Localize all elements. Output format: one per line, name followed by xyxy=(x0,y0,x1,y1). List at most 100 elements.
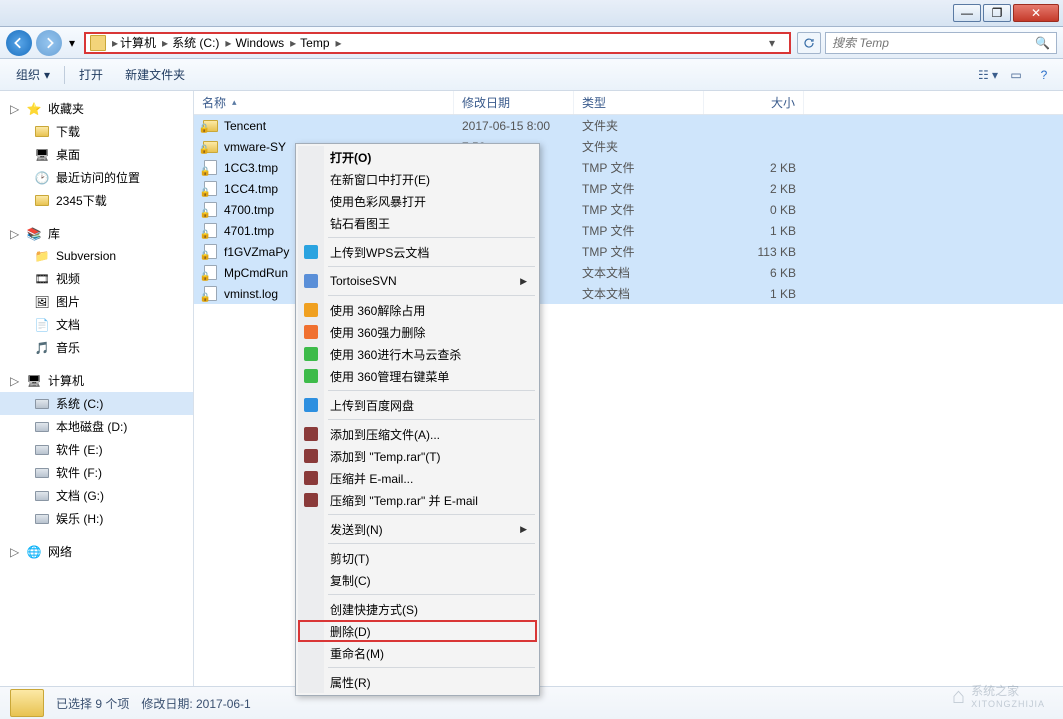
menu-item[interactable]: TortoiseSVN▶ xyxy=(298,270,537,292)
sidebar-item-music[interactable]: 🎵音乐 xyxy=(0,336,193,359)
column-size[interactable]: 大小 xyxy=(704,91,804,114)
forward-button[interactable] xyxy=(36,30,62,56)
sidebar-item-recent[interactable]: 🕑最近访问的位置 xyxy=(0,166,193,189)
menu-separator xyxy=(328,543,535,544)
refresh-button[interactable] xyxy=(797,32,821,54)
menu-item-label: 添加到压缩文件(A)... xyxy=(330,426,440,443)
search-input[interactable] xyxy=(832,36,1035,50)
menu-item[interactable]: 创建快捷方式(S) xyxy=(298,598,537,620)
organize-button[interactable]: 组织 ▾ xyxy=(8,62,58,87)
network-header[interactable]: ▷🌐网络 xyxy=(0,540,193,563)
menu-item[interactable]: 删除(D) xyxy=(298,620,537,642)
menu-item[interactable]: 压缩并 E-mail... xyxy=(298,467,537,489)
address-dropdown[interactable]: ▾ xyxy=(759,36,785,50)
breadcrumb-c-drive[interactable]: 系统 (C:)▸ xyxy=(170,34,233,51)
menu-item[interactable]: 打开(O) xyxy=(298,146,537,168)
sidebar-item-h-drive[interactable]: 娱乐 (H:) xyxy=(0,507,193,530)
menu-item-label: 发送到(N) xyxy=(330,521,383,538)
menu-separator xyxy=(328,266,535,267)
menu-item[interactable]: 添加到 "Temp.rar"(T) xyxy=(298,445,537,467)
back-button[interactable] xyxy=(6,30,32,56)
menu-separator xyxy=(328,237,535,238)
star-icon: ⭐ xyxy=(26,101,42,117)
sidebar-item-f-drive[interactable]: 软件 (F:) xyxy=(0,461,193,484)
menu-item[interactable]: 使用 360解除占用 xyxy=(298,299,537,321)
rar-icon xyxy=(303,492,319,508)
menu-separator xyxy=(328,594,535,595)
menu-item[interactable]: 使用 360进行木马云查杀 xyxy=(298,343,537,365)
menu-item[interactable]: 添加到压缩文件(A)... xyxy=(298,423,537,445)
sidebar-item-c-drive[interactable]: 系统 (C:) xyxy=(0,392,193,415)
menu-item[interactable]: 重命名(M) xyxy=(298,642,537,664)
file-type: TMP 文件 xyxy=(574,180,704,197)
new-folder-button[interactable]: 新建文件夹 xyxy=(117,62,193,87)
history-dropdown[interactable]: ▾ xyxy=(66,35,78,51)
file-icon xyxy=(204,244,217,259)
menu-item[interactable]: 上传到百度网盘 xyxy=(298,394,537,416)
menu-separator xyxy=(328,295,535,296)
menu-item[interactable]: 发送到(N)▶ xyxy=(298,518,537,540)
column-type[interactable]: 类型 xyxy=(574,91,704,114)
close-button[interactable]: ✕ xyxy=(1013,4,1059,22)
menu-item[interactable]: 在新窗口中打开(E) xyxy=(298,168,537,190)
file-type: TMP 文件 xyxy=(574,222,704,239)
search-icon[interactable]: 🔍 xyxy=(1035,36,1050,50)
sidebar-item-d-drive[interactable]: 本地磁盘 (D:) xyxy=(0,415,193,438)
sidebar-item-documents[interactable]: 📄文档 xyxy=(0,313,193,336)
menu-item[interactable]: 属性(R) xyxy=(298,671,537,693)
maximize-button[interactable]: ❐ xyxy=(983,4,1011,22)
separator xyxy=(64,66,65,84)
menu-separator xyxy=(328,419,535,420)
sidebar-item-subversion[interactable]: 📁Subversion xyxy=(0,245,193,267)
wps-icon xyxy=(303,244,319,260)
file-type: 文件夹 xyxy=(574,117,704,134)
sidebar-item-2345[interactable]: 2345下载 xyxy=(0,189,193,212)
navigation-pane: ▷⭐收藏夹 下载 🖥桌面 🕑最近访问的位置 2345下载 ▷📚库 📁Subver… xyxy=(0,91,194,686)
table-row[interactable]: Tencent2017-06-15 8:00文件夹 xyxy=(194,115,1063,136)
view-options-button[interactable]: ☷ ▾ xyxy=(977,65,999,85)
libraries-header[interactable]: ▷📚库 xyxy=(0,222,193,245)
menu-item-label: 使用 360管理右键菜单 xyxy=(330,368,449,385)
menu-item-label: 添加到 "Temp.rar"(T) xyxy=(330,448,441,465)
preview-pane-button[interactable]: ▭ xyxy=(1005,65,1027,85)
column-date[interactable]: 修改日期 xyxy=(454,91,574,114)
breadcrumb-computer[interactable]: 计算机▸ xyxy=(118,34,170,51)
status-moddate: 修改日期: 2017-06-1 xyxy=(141,695,250,712)
menu-item[interactable]: 复制(C) xyxy=(298,569,537,591)
menu-item-label: 在新窗口中打开(E) xyxy=(330,171,430,188)
sidebar-item-videos[interactable]: 🎞视频 xyxy=(0,267,193,290)
sidebar-item-pictures[interactable]: 🖼图片 xyxy=(0,290,193,313)
address-bar[interactable]: ▸ 计算机▸ 系统 (C:)▸ Windows▸ Temp▸ ▾ xyxy=(84,32,791,54)
open-button[interactable]: 打开 xyxy=(71,62,111,87)
help-button[interactable]: ? xyxy=(1033,65,1055,85)
sidebar-item-downloads[interactable]: 下载 xyxy=(0,120,193,143)
menu-item[interactable]: 使用色彩风暴打开 xyxy=(298,190,537,212)
library-icon: 📚 xyxy=(26,226,42,242)
column-name[interactable]: 名称▴ xyxy=(194,91,454,114)
file-size: 2 KB xyxy=(704,161,804,175)
rar-icon xyxy=(303,448,319,464)
sidebar-item-desktop[interactable]: 🖥桌面 xyxy=(0,143,193,166)
menu-item[interactable]: 压缩到 "Temp.rar" 并 E-mail xyxy=(298,489,537,511)
minimize-button[interactable]: — xyxy=(953,4,981,22)
breadcrumb-windows[interactable]: Windows▸ xyxy=(233,36,298,50)
file-name: 1CC3.tmp xyxy=(224,161,278,175)
360b-icon xyxy=(303,324,319,340)
favorites-header[interactable]: ▷⭐收藏夹 xyxy=(0,97,193,120)
menu-item[interactable]: 钻石看图王 xyxy=(298,212,537,234)
menu-item[interactable]: 使用 360管理右键菜单 xyxy=(298,365,537,387)
file-icon xyxy=(204,181,217,196)
menu-item[interactable]: 使用 360强力删除 xyxy=(298,321,537,343)
menu-item[interactable]: 上传到WPS云文档 xyxy=(298,241,537,263)
sidebar-item-g-drive[interactable]: 文档 (G:) xyxy=(0,484,193,507)
menu-separator xyxy=(328,390,535,391)
breadcrumb-temp[interactable]: Temp▸ xyxy=(298,36,343,50)
file-name: f1GVZmaPy xyxy=(224,245,289,259)
computer-header[interactable]: ▷🖥计算机 xyxy=(0,369,193,392)
navigation-bar: ▾ ▸ 计算机▸ 系统 (C:)▸ Windows▸ Temp▸ ▾ 🔍 xyxy=(0,27,1063,59)
search-box[interactable]: 🔍 xyxy=(825,32,1057,54)
menu-item[interactable]: 剪切(T) xyxy=(298,547,537,569)
sidebar-item-e-drive[interactable]: 软件 (E:) xyxy=(0,438,193,461)
menu-item-label: 使用 360进行木马云查杀 xyxy=(330,346,461,363)
file-size: 6 KB xyxy=(704,266,804,280)
